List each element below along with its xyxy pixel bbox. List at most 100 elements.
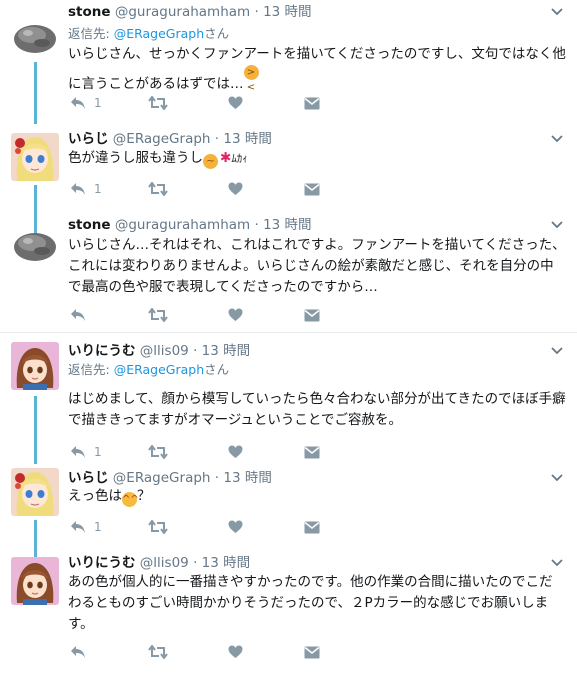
user-name[interactable]: いらじ	[68, 470, 109, 486]
tweet-header: stone @guragurahamham · 13 時間	[68, 217, 312, 233]
thread-separator	[0, 332, 577, 333]
reply-icon	[71, 646, 85, 658]
retweet-button[interactable]	[148, 518, 168, 536]
retweet-button[interactable]	[148, 180, 168, 198]
avatar[interactable]	[11, 557, 59, 605]
reply-button[interactable]: 1	[70, 443, 102, 461]
user-handle[interactable]: @llis09	[140, 343, 189, 359]
tweet-header: いりにうむ @llis09 · 13 時間	[68, 555, 251, 571]
like-button[interactable]	[228, 643, 243, 661]
heart-icon	[228, 520, 243, 533]
reply-button[interactable]: 1	[70, 518, 102, 536]
thread-line	[34, 62, 37, 124]
reply-to-line: 返信先: @ERageGraphさん	[68, 26, 230, 41]
user-name[interactable]: stone	[68, 217, 111, 233]
retweet-button[interactable]	[148, 306, 168, 324]
user-handle[interactable]: @ERageGraph	[113, 131, 211, 147]
avatar[interactable]	[11, 12, 59, 60]
retweet-button[interactable]	[148, 643, 168, 661]
retweet-icon	[148, 445, 168, 459]
timestamp[interactable]: 13 時間	[263, 4, 311, 20]
direct-message-button[interactable]	[304, 643, 320, 661]
iriniumu-avatar-image	[11, 342, 59, 390]
tweet-header: いりにうむ @llis09 · 13 時間	[68, 343, 251, 359]
tweet-header: いらじ @ERageGraph · 13 時間	[68, 131, 272, 147]
timestamp[interactable]: 13 時間	[202, 343, 250, 359]
reply-icon	[71, 521, 85, 533]
confounded-face-icon: ><	[243, 65, 259, 93]
timestamp[interactable]: 13 時間	[202, 555, 250, 571]
user-handle[interactable]: @guragurahamham	[115, 4, 250, 20]
retweet-button[interactable]	[148, 94, 168, 112]
irazi-avatar-image	[11, 468, 59, 516]
direct-message-button[interactable]	[304, 306, 320, 324]
user-name[interactable]: いりにうむ	[68, 343, 136, 359]
user-name[interactable]: いらじ	[68, 131, 109, 147]
timestamp[interactable]: 13 時間	[263, 217, 311, 233]
reply-count: 1	[94, 182, 102, 196]
like-button[interactable]	[228, 518, 243, 536]
like-button[interactable]	[228, 443, 243, 461]
direct-message-button[interactable]	[304, 518, 320, 536]
envelope-icon	[304, 521, 320, 533]
direct-message-button[interactable]	[304, 94, 320, 112]
chevron-down-icon[interactable]	[551, 471, 563, 485]
stone-avatar-image	[14, 25, 56, 53]
reply-icon	[71, 97, 85, 109]
tweet-text: えっ色は^^？	[68, 488, 151, 507]
avatar[interactable]	[11, 468, 59, 516]
user-handle[interactable]: @llis09	[140, 555, 189, 571]
tweet-header: いらじ @ERageGraph · 13 時間	[68, 470, 272, 486]
stone-avatar-image	[14, 233, 56, 261]
heart-icon	[228, 445, 243, 458]
anger-symbol-icon: ✱	[220, 150, 232, 166]
reply-button[interactable]	[70, 643, 86, 661]
user-name[interactable]: stone	[68, 4, 111, 20]
retweet-icon	[148, 645, 168, 659]
avatar[interactable]	[11, 133, 59, 181]
avatar[interactable]	[11, 220, 59, 268]
tweet-actions	[70, 643, 370, 661]
heart-icon	[228, 308, 243, 321]
reply-icon	[71, 183, 85, 195]
tweet-text: あの色が個人的に一番描きやすかったのです。他の作業の合間に描いたのでこだわるとも…	[68, 574, 553, 632]
envelope-icon	[304, 183, 320, 195]
reply-count: 1	[94, 445, 102, 459]
tweet-text: いらじさん…それはそれ、これはこれですよ。ファンアートを描いてくださった、これに…	[68, 237, 566, 295]
direct-message-button[interactable]	[304, 443, 320, 461]
reply-to-link[interactable]: @ERageGraph	[114, 362, 204, 377]
user-name[interactable]: いりにうむ	[68, 555, 136, 571]
direct-message-button[interactable]	[304, 180, 320, 198]
like-button[interactable]	[228, 180, 243, 198]
retweet-icon	[148, 182, 168, 196]
chevron-down-icon[interactable]	[551, 556, 563, 570]
tweet-actions: 1	[70, 180, 370, 198]
heart-icon	[228, 645, 243, 658]
like-button[interactable]	[228, 306, 243, 324]
chevron-down-icon[interactable]	[551, 132, 563, 146]
reply-button[interactable]	[70, 306, 86, 324]
retweet-icon	[148, 96, 168, 110]
tweet-actions: 1	[70, 94, 370, 112]
user-handle[interactable]: @guragurahamham	[115, 217, 250, 233]
irazi-avatar-image	[11, 133, 59, 181]
chevron-down-icon[interactable]	[551, 344, 563, 358]
retweet-button[interactable]	[148, 443, 168, 461]
emoji-text: ﾑｶｨ	[231, 152, 248, 165]
reply-icon	[71, 309, 85, 321]
reply-icon	[71, 446, 85, 458]
iriniumu-avatar-image	[11, 557, 59, 605]
reply-button[interactable]: 1	[70, 180, 102, 198]
reply-button[interactable]: 1	[70, 94, 102, 112]
heart-icon	[228, 96, 243, 109]
user-handle[interactable]: @ERageGraph	[113, 470, 211, 486]
chevron-down-icon[interactable]	[551, 5, 563, 19]
retweet-icon	[148, 308, 168, 322]
reply-to-link[interactable]: @ERageGraph	[114, 26, 204, 41]
timestamp[interactable]: 13 時間	[223, 131, 271, 147]
like-button[interactable]	[228, 94, 243, 112]
heart-icon	[228, 182, 243, 195]
timestamp[interactable]: 13 時間	[223, 470, 271, 486]
avatar[interactable]	[11, 342, 59, 390]
chevron-down-icon[interactable]	[551, 218, 563, 232]
